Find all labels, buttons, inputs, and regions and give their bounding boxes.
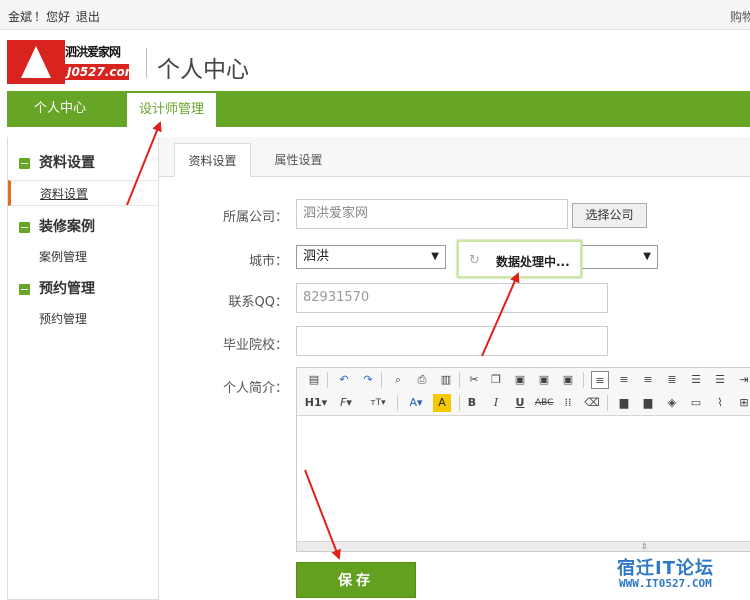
watermark-url: WWW.IT0527.COM [619,577,712,590]
ordered-list-icon[interactable]: ☰ [687,371,705,389]
collapse-icon[interactable] [19,222,30,233]
main-content: 资料设置 属性设置 所属公司： 泗洪爱家网 选择公司 城市： 泗洪 ▼ ▼ ↻ … [159,137,750,600]
insert-flash-icon[interactable]: ◈ [663,394,681,412]
sidebar-group-label: 预约管理 [39,281,95,297]
toast-message: 数据处理中... [496,255,570,269]
template-icon[interactable]: ▥ [437,371,455,389]
tab-attribute-settings[interactable]: 属性设置 [261,143,336,177]
heading-icon[interactable]: H1▾ [303,394,329,412]
paste-word-icon[interactable]: ▣ [559,371,577,389]
align-right-icon[interactable]: ≡ [639,371,657,389]
preview-icon[interactable]: ⌕ [389,371,407,389]
highlight-icon[interactable]: A [433,394,451,412]
insert-multi-image-icon[interactable]: ▆ [639,394,657,412]
save-button[interactable]: 保存 [296,562,416,598]
sidebar-item-profile-settings[interactable]: 资料设置 [8,180,158,206]
paste-icon[interactable]: ▣ [511,371,529,389]
undo-icon[interactable]: ↶ [335,371,353,389]
qq-field[interactable]: 82931570 [296,283,608,313]
user-greeting: 金斌 ！您好 退出 [8,8,102,25]
city-select-value: 泗洪 [303,249,330,264]
greeting-text: ！您好 [34,10,71,24]
table-icon[interactable]: ⊞ [735,394,750,412]
site-header: 泗洪爱家网 J0527.com 个人中心 [0,31,750,91]
district-select[interactable]: ▼ [579,245,658,269]
site-logo[interactable]: 泗洪爱家网 J0527.com [7,40,138,84]
sidebar-group-cases[interactable]: 装修案例 [8,213,160,241]
collapse-icon[interactable] [19,284,30,295]
sidebar-item-appointment-management[interactable]: 预约管理 [8,306,158,332]
justify-icon[interactable]: ≣ [663,371,681,389]
school-label: 毕业院校： [222,338,288,353]
school-field[interactable] [296,326,608,356]
dropdown-arrow-icon: ▼ [431,251,439,262]
company-field[interactable]: 泗洪爱家网 [296,199,568,229]
sidebar-group-appointments[interactable]: 预约管理 [8,275,160,303]
main-nav: 个人中心 设计师管理 [7,91,750,127]
dropdown-arrow-icon: ▼ [643,251,651,262]
collapse-icon[interactable] [19,158,30,169]
underline-icon[interactable]: U [511,394,529,412]
sidebar-item-case-management[interactable]: 案例管理 [8,244,158,270]
editor-resize-bar[interactable]: ⇕ [297,541,750,551]
tab-profile-settings[interactable]: 资料设置 [174,143,251,177]
sidebar-group-profile[interactable]: 资料设置 [8,149,160,177]
format-table-icon[interactable]: ⁞⁞ [559,394,577,412]
logo-name: 泗洪爱家网 [65,45,121,59]
sidebar: 资料设置 资料设置 装修案例 案例管理 预约管理 预约管理 [7,137,159,600]
paste-text-icon[interactable]: ▣ [535,371,553,389]
sidebar-group-label: 装修案例 [39,219,95,235]
font-size-icon[interactable]: тT▾ [365,394,391,412]
top-bar: 金斌 ！您好 退出 购物 [0,0,750,30]
logout-link[interactable]: 退出 [76,10,100,24]
rich-text-editor[interactable]: ▤ ↶ ↷ ⌕ ⎙ ▥ ✂ ❐ ▣ ▣ ▣ ≡ ≡ ≡ ≣ ☰ ☰ ⇥ H1▾ … [296,367,750,552]
choose-company-button[interactable]: 选择公司 [572,203,647,228]
page-title: 个人中心 [157,57,249,83]
strikethrough-icon[interactable]: ABC [535,394,553,412]
cart-link[interactable]: 购物 [730,8,750,25]
attachment-icon[interactable]: ⌇ [711,394,729,412]
print-icon[interactable]: ⎙ [413,371,431,389]
insert-media-icon[interactable]: ▭ [687,394,705,412]
nav-designer-management[interactable]: 设计师管理 [127,93,216,127]
intro-label: 个人简介： [222,381,288,396]
insert-image-icon[interactable]: ▆ [615,394,633,412]
italic-icon[interactable]: I [487,394,505,412]
refresh-icon: ↻ [469,253,480,268]
clear-format-icon[interactable]: ⌫ [583,394,601,412]
font-color-icon[interactable]: A▾ [405,394,427,412]
align-left-icon[interactable]: ≡ [591,371,609,389]
logo-domain: J0527.com [65,64,138,80]
tab-bar: 资料设置 属性设置 [159,137,750,177]
logo-mark [7,40,65,84]
qq-label: 联系QQ： [228,295,288,310]
watermark: 宿迁IT论坛 WWW.IT0527.COM [617,554,727,600]
nav-personal-center[interactable]: 个人中心 [34,91,86,127]
bold-icon[interactable]: B [463,394,481,412]
username: 金斌 [8,10,33,24]
company-label: 所属公司： [222,210,288,225]
redo-icon[interactable]: ↷ [359,371,377,389]
align-center-icon[interactable]: ≡ [615,371,633,389]
indent-icon[interactable]: ⇥ [735,371,750,389]
sidebar-group-label: 资料设置 [39,155,95,171]
source-icon[interactable]: ▤ [305,371,323,389]
copy-icon[interactable]: ❐ [487,371,505,389]
city-label: 城市： [248,254,288,269]
cut-icon[interactable]: ✂ [465,371,483,389]
unordered-list-icon[interactable]: ☰ [711,371,729,389]
resize-grip-icon[interactable]: ⇕ [641,543,648,551]
processing-toast: ↻ 数据处理中... [457,240,582,278]
editor-toolbar: ▤ ↶ ↷ ⌕ ⎙ ▥ ✂ ❐ ▣ ▣ ▣ ≡ ≡ ≡ ≣ ☰ ☰ ⇥ H1▾ … [297,368,750,416]
city-select[interactable]: 泗洪 ▼ [296,245,446,269]
header-divider [146,48,147,78]
font-family-icon[interactable]: F▾ [335,394,357,412]
